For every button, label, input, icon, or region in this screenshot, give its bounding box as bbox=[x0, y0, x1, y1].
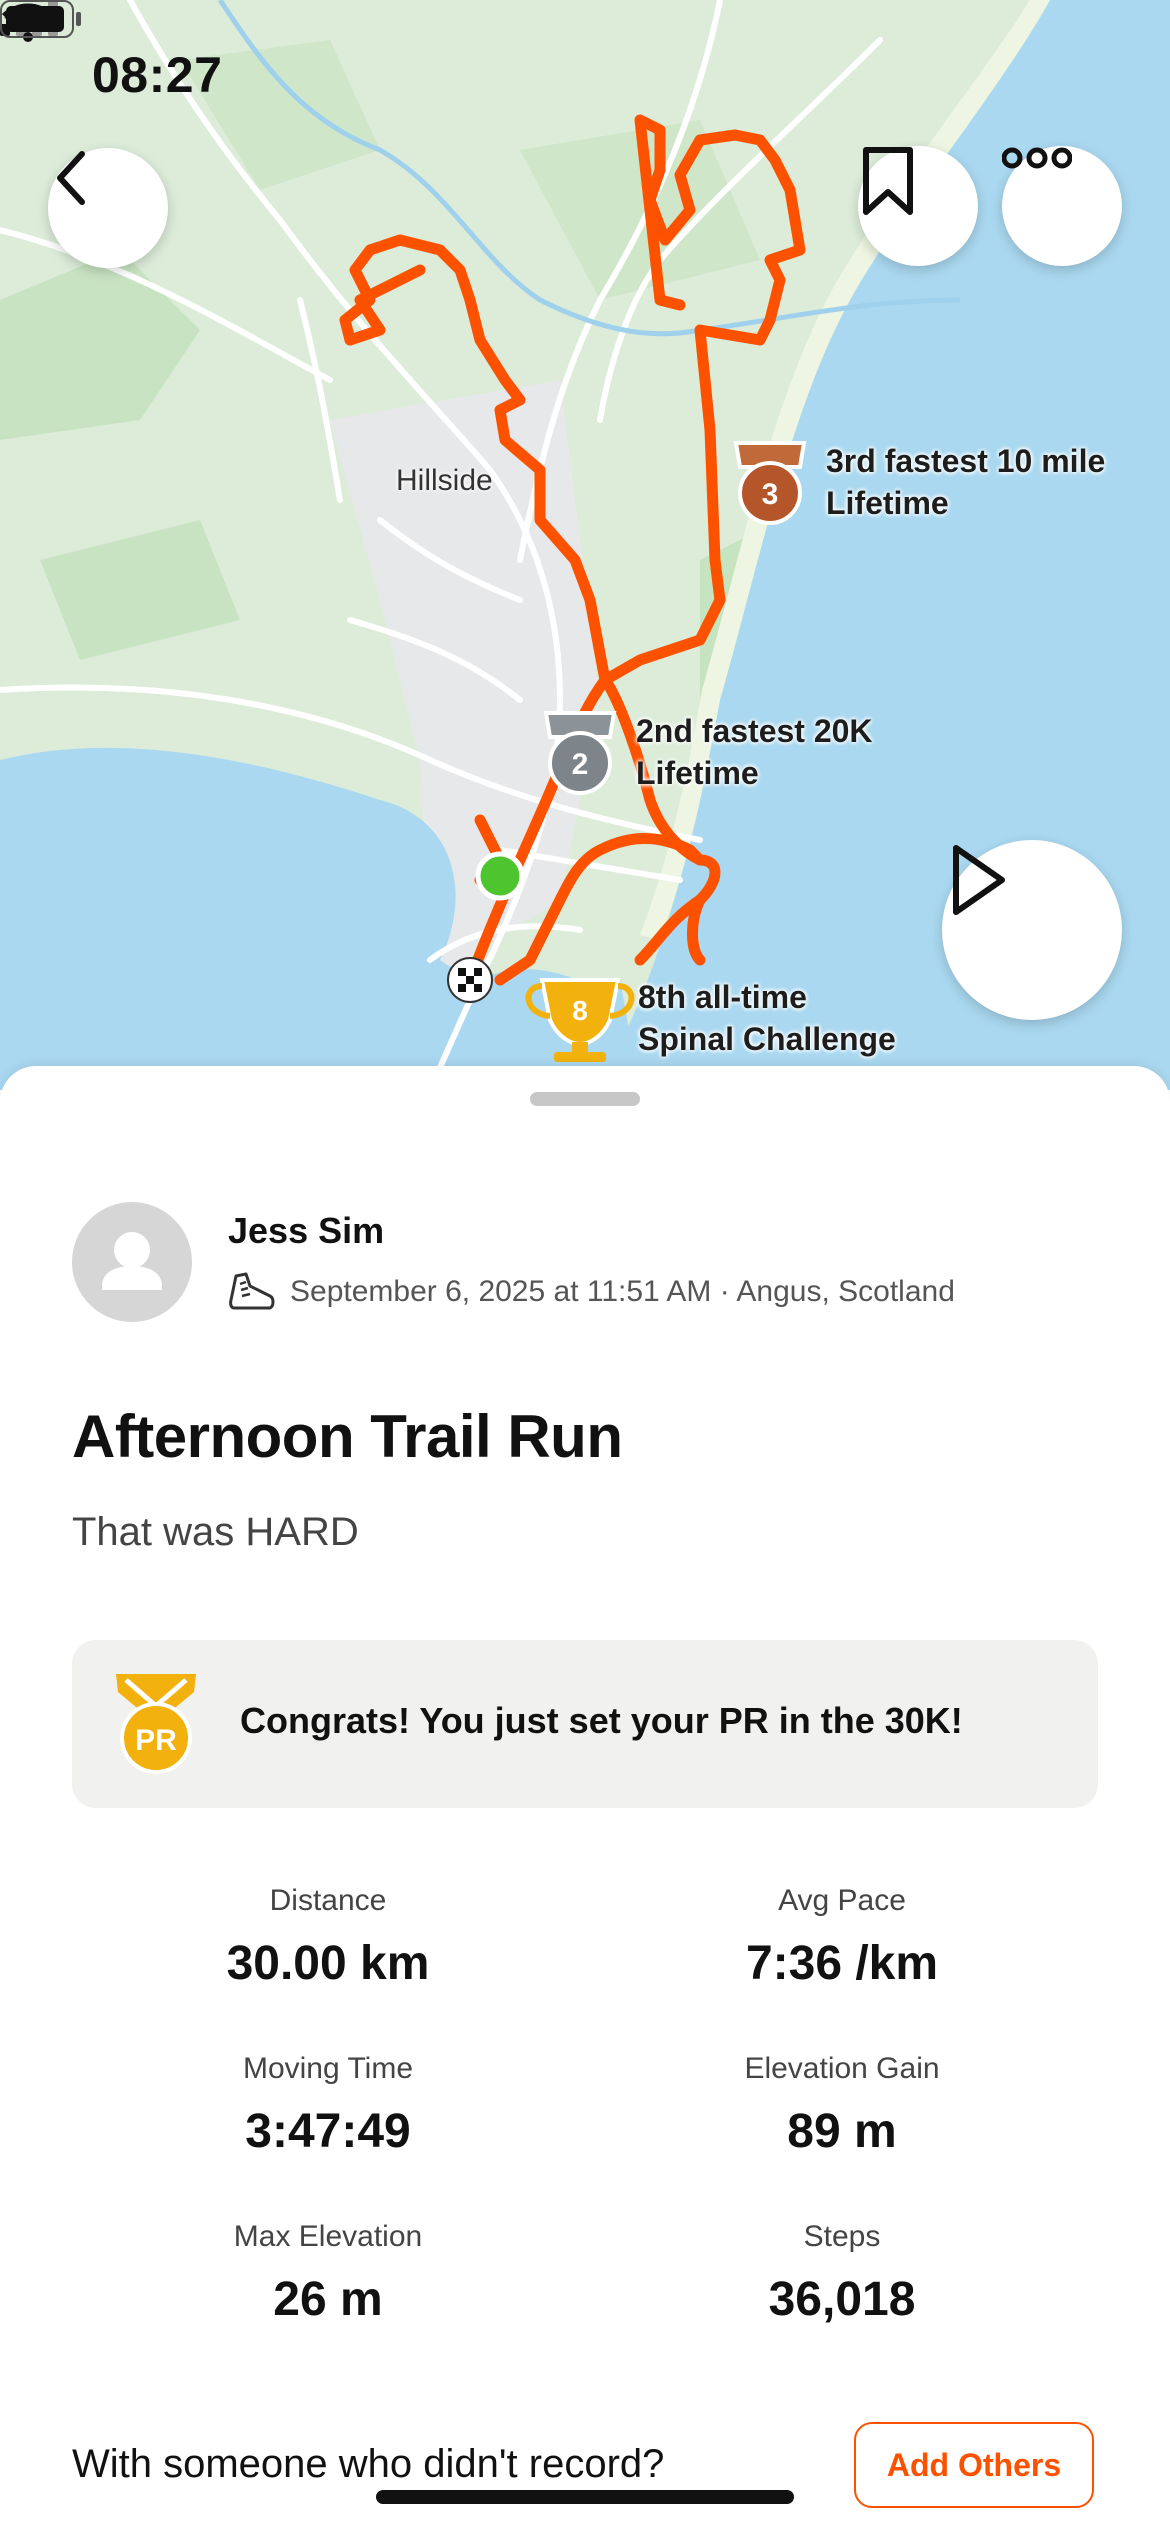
home-indicator[interactable] bbox=[376, 2490, 794, 2504]
place-label-hillside: Hillside bbox=[396, 464, 493, 497]
svg-text:PR: PR bbox=[135, 1724, 177, 1757]
stat-value: 36,018 bbox=[768, 2273, 916, 2326]
stat-steps: Steps 36,018 bbox=[632, 2220, 1052, 2327]
user-placeholder-icon bbox=[102, 1232, 162, 1290]
chevron-left-icon bbox=[57, 151, 85, 205]
stat-value: 89 m bbox=[787, 2105, 897, 2158]
route-map[interactable]: 3 2 8 08:27 Hillside 3rd fastest 10 mile… bbox=[0, 0, 1170, 1090]
clock: 08:27 bbox=[92, 47, 223, 103]
start-marker bbox=[475, 851, 525, 901]
stat-value: 30.00 km bbox=[226, 1937, 430, 1990]
achievement-label-20k[interactable]: 2nd fastest 20K Lifetime bbox=[636, 710, 873, 794]
stat-max-elevation: Max Elevation 26 m bbox=[118, 2220, 538, 2327]
activity-meta: September 6, 2025 at 11:51 AM · Angus, S… bbox=[228, 1270, 955, 1314]
running-shoe-icon bbox=[229, 1272, 275, 1310]
stat-label: Max Elevation bbox=[233, 2220, 423, 2253]
play-flyover-button[interactable] bbox=[942, 840, 1122, 1020]
stat-value: 7:36 /km bbox=[745, 1937, 939, 1990]
activity-description: That was HARD bbox=[72, 1510, 359, 1554]
bronze-medal-icon: 3 bbox=[733, 441, 807, 525]
pr-message: Congrats! You just set your PR in the 30… bbox=[240, 1700, 963, 1741]
avatar[interactable] bbox=[72, 1202, 192, 1322]
achievement-subtitle: Spinal Challenge bbox=[638, 1021, 896, 1057]
svg-text:8: 8 bbox=[572, 995, 588, 1026]
achievement-subtitle: Lifetime bbox=[636, 755, 759, 791]
achievement-label-10-mile[interactable]: 3rd fastest 10 mile Lifetime bbox=[826, 440, 1105, 524]
pr-banner[interactable]: PR Congrats! You just set your PR in the… bbox=[72, 1640, 1098, 1808]
athlete-name[interactable]: Jess Sim bbox=[228, 1210, 384, 1252]
activity-title: Afternoon Trail Run bbox=[72, 1403, 623, 1470]
achievement-label-segment[interactable]: 8th all-time Spinal Challenge bbox=[638, 976, 896, 1060]
stat-elevation-gain: Elevation Gain 89 m bbox=[632, 2052, 1052, 2159]
stat-label: Steps bbox=[803, 2220, 881, 2253]
stat-value: 26 m bbox=[273, 2273, 383, 2326]
stat-moving-time: Moving Time 3:47:49 bbox=[118, 2052, 538, 2159]
back-button[interactable] bbox=[48, 148, 168, 268]
battery-icon bbox=[0, 0, 81, 38]
status-bar: 08:27 bbox=[0, 0, 1170, 150]
achievement-title: 3rd fastest 10 mile bbox=[826, 443, 1106, 479]
svg-text:2: 2 bbox=[572, 748, 589, 781]
sheet-drag-handle[interactable] bbox=[530, 1092, 640, 1106]
finish-marker bbox=[447, 957, 493, 1003]
silver-medal-icon: 2 bbox=[543, 711, 617, 795]
stat-distance: Distance 30.00 km bbox=[118, 1884, 538, 1991]
bookmark-button[interactable] bbox=[858, 146, 978, 266]
achievement-title: 8th all-time bbox=[638, 979, 807, 1015]
add-others-button[interactable]: Add Others bbox=[854, 2422, 1094, 2508]
play-icon bbox=[953, 845, 1005, 915]
stat-label: Avg Pace bbox=[778, 1884, 906, 1917]
svg-text:3: 3 bbox=[762, 478, 779, 511]
achievement-subtitle: Lifetime bbox=[826, 485, 949, 521]
bookmark-icon bbox=[863, 147, 913, 215]
stat-value: 3:47:49 bbox=[245, 2105, 411, 2158]
pr-medal-icon: PR bbox=[116, 1674, 196, 1774]
more-options-button[interactable] bbox=[1002, 146, 1122, 266]
activity-date-location: September 6, 2025 at 11:51 AM · Angus, S… bbox=[290, 1275, 955, 1308]
stat-avg-pace: Avg Pace 7:36 /km bbox=[632, 1884, 1052, 1991]
stat-label: Distance bbox=[269, 1884, 387, 1917]
achievement-title: 2nd fastest 20K bbox=[636, 713, 873, 749]
with-someone-prompt: With someone who didn't record? bbox=[72, 2442, 665, 2486]
stat-label: Moving Time bbox=[242, 2052, 414, 2085]
more-dots-icon bbox=[1002, 147, 1072, 169]
activity-sheet: Jess Sim September 6, 2025 at 11:51 AM ·… bbox=[0, 1066, 1170, 2532]
stat-label: Elevation Gain bbox=[744, 2052, 940, 2085]
